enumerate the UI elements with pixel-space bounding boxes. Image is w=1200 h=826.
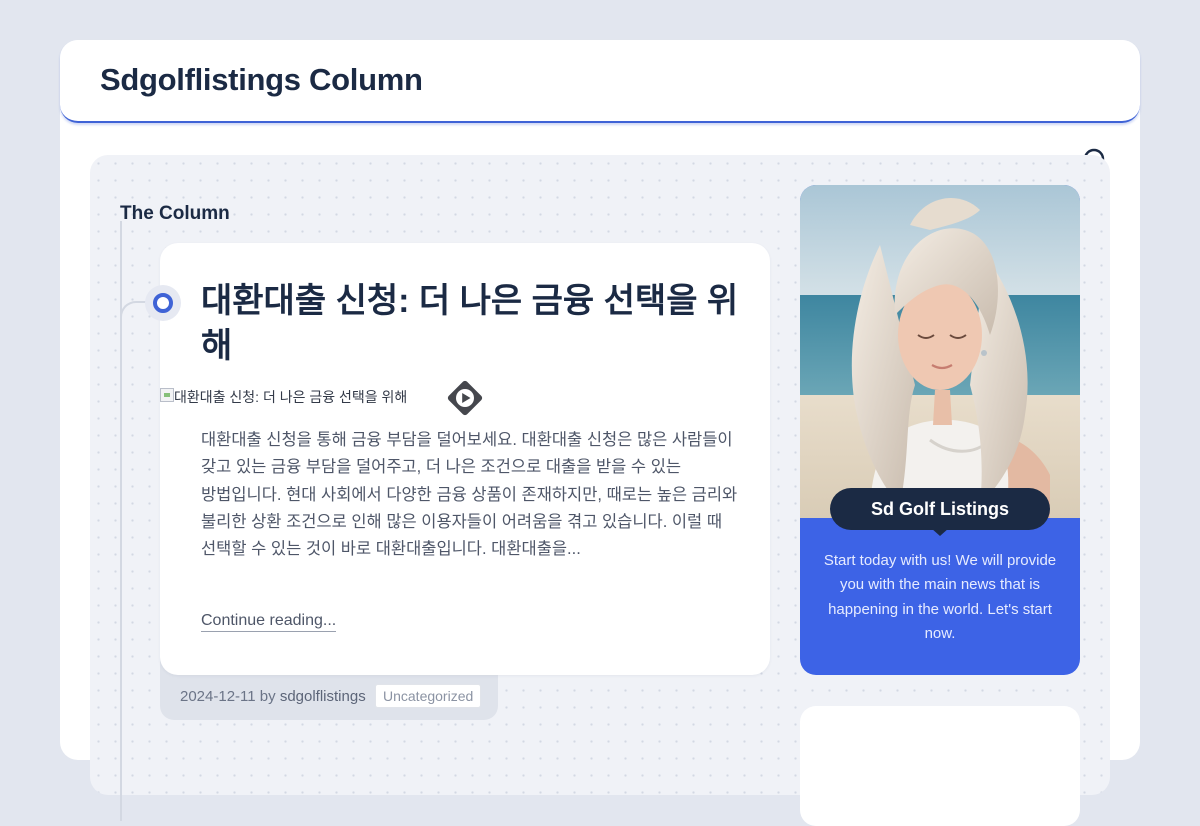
featured-image-alt-text: 대환대출 신청: 더 나은 금융 선택을 위해: [174, 389, 408, 405]
post-excerpt: 대환대출 신청을 통해 금융 부담을 덜어보세요. 대환대출 신청은 많은 사람…: [201, 431, 738, 559]
play-button[interactable]: [444, 377, 486, 419]
post-title[interactable]: 대환대출 신청: 더 나은 금융 선택을 위해: [201, 279, 741, 369]
post-featured-image[interactable]: 대환대출 신청: 더 나은 금융 선택을 위해: [160, 386, 480, 406]
promo-card: Sd Golf Listings Start today with us! We…: [800, 185, 1080, 675]
post-by-label: by: [259, 688, 276, 705]
section-title: The Column: [120, 202, 230, 224]
post-date: 2024-12-11: [180, 688, 256, 705]
site-title[interactable]: Sdgolflistings Column: [100, 62, 423, 98]
site-header: Sdgolflistings Column: [60, 40, 1140, 123]
sidebar-widget: [800, 706, 1080, 826]
post-author-link[interactable]: sdgolflistings: [280, 688, 366, 705]
timeline-dot: [145, 285, 181, 321]
play-icon: [447, 380, 483, 416]
promo-illustration: [800, 185, 1080, 518]
post-category-tag[interactable]: Uncategorized: [375, 684, 482, 708]
continue-reading-link[interactable]: Continue reading...: [201, 612, 337, 632]
post-meta-text: 2024-12-11 by sdgolflistings: [180, 688, 366, 705]
post-card: 대환대출 신청: 더 나은 금융 선택을 위해 대환대출 신청: 더 나은 금융…: [160, 243, 770, 675]
content-area: The Column 2024-12-11 by sdgolflistings …: [90, 155, 1110, 826]
broken-image-icon: [160, 388, 174, 402]
promo-text: Start today with us! We will provide you…: [823, 552, 1057, 642]
promo-badge: Sd Golf Listings: [830, 488, 1050, 536]
site-shell: Sdgolflistings Column The Column 2024-12…: [60, 40, 1140, 826]
